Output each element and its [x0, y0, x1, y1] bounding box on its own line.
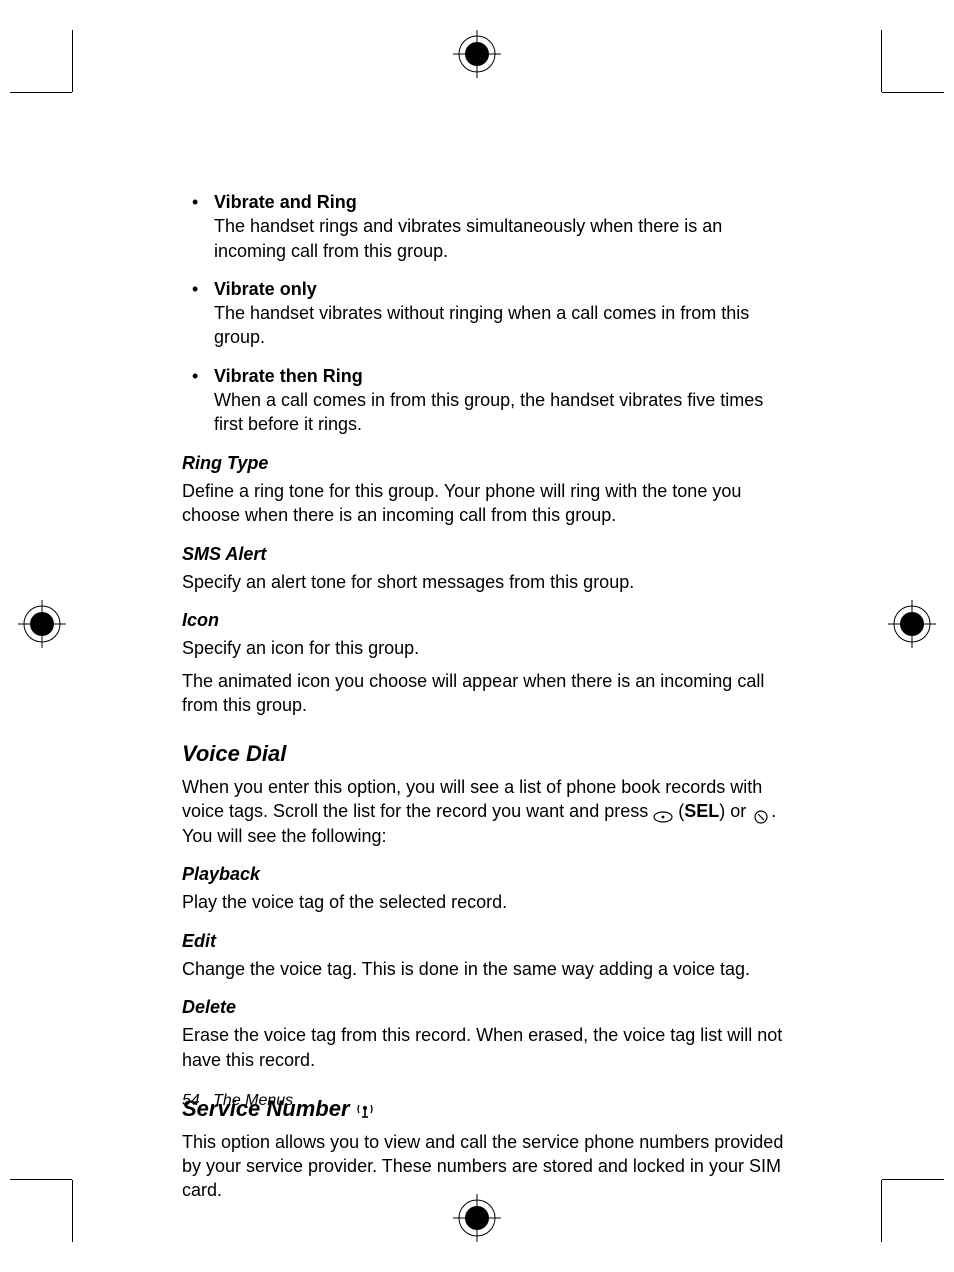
list-item-title: Vibrate only: [214, 279, 317, 299]
ok-button-icon: [751, 806, 771, 820]
text-fragment: When you enter this option, you will see…: [182, 777, 762, 821]
antenna-icon: [356, 1101, 374, 1118]
ring-mode-list: Vibrate and Ring The handset rings and v…: [182, 190, 794, 437]
page-footer: 54 The Menus: [182, 1090, 293, 1112]
list-item-title: Vibrate then Ring: [214, 366, 363, 386]
paragraph: Specify an alert tone for short messages…: [182, 570, 794, 594]
registration-mark-icon: [453, 30, 501, 78]
subheading-sms-alert: SMS Alert: [182, 542, 794, 566]
crop-mark: [882, 92, 944, 93]
registration-mark-icon: [18, 600, 66, 648]
page-number: 54: [182, 1092, 200, 1109]
paragraph: Change the voice tag. This is done in th…: [182, 957, 794, 981]
subheading-ring-type: Ring Type: [182, 451, 794, 475]
subheading-playback: Playback: [182, 862, 794, 886]
crop-mark: [881, 30, 882, 92]
crop-mark: [882, 1179, 944, 1180]
list-item: Vibrate and Ring The handset rings and v…: [182, 190, 794, 263]
list-item: Vibrate only The handset vibrates withou…: [182, 277, 794, 350]
list-item-body: The handset vibrates without ringing whe…: [214, 303, 749, 347]
subheading-icon: Icon: [182, 608, 794, 632]
list-item: Vibrate then Ring When a call comes in f…: [182, 364, 794, 437]
paragraph: Erase the voice tag from this record. Wh…: [182, 1023, 794, 1072]
list-item-body: The handset rings and vibrates simultane…: [214, 216, 722, 260]
paragraph: Specify an icon for this group.: [182, 636, 794, 660]
sel-label: SEL: [684, 801, 719, 821]
paragraph: This option allows you to view and call …: [182, 1130, 794, 1203]
crop-mark: [10, 92, 72, 93]
page-content: Vibrate and Ring The handset rings and v…: [182, 190, 794, 1211]
footer-section: The Menus: [213, 1092, 293, 1109]
crop-mark: [72, 1180, 73, 1242]
paragraph: The animated icon you choose will appear…: [182, 669, 794, 718]
paragraph: When you enter this option, you will see…: [182, 775, 794, 848]
subheading-delete: Delete: [182, 995, 794, 1019]
crop-mark: [72, 30, 73, 92]
section-heading-voice-dial: Voice Dial: [182, 739, 794, 769]
paragraph: Play the voice tag of the selected recor…: [182, 890, 794, 914]
crop-mark: [10, 1179, 72, 1180]
list-item-title: Vibrate and Ring: [214, 192, 357, 212]
paragraph: Define a ring tone for this group. Your …: [182, 479, 794, 528]
softkey-button-icon: [653, 806, 673, 820]
registration-mark-icon: [888, 600, 936, 648]
crop-mark: [881, 1180, 882, 1242]
subheading-edit: Edit: [182, 929, 794, 953]
text-fragment: ) or: [719, 801, 751, 821]
list-item-body: When a call comes in from this group, th…: [214, 390, 763, 434]
